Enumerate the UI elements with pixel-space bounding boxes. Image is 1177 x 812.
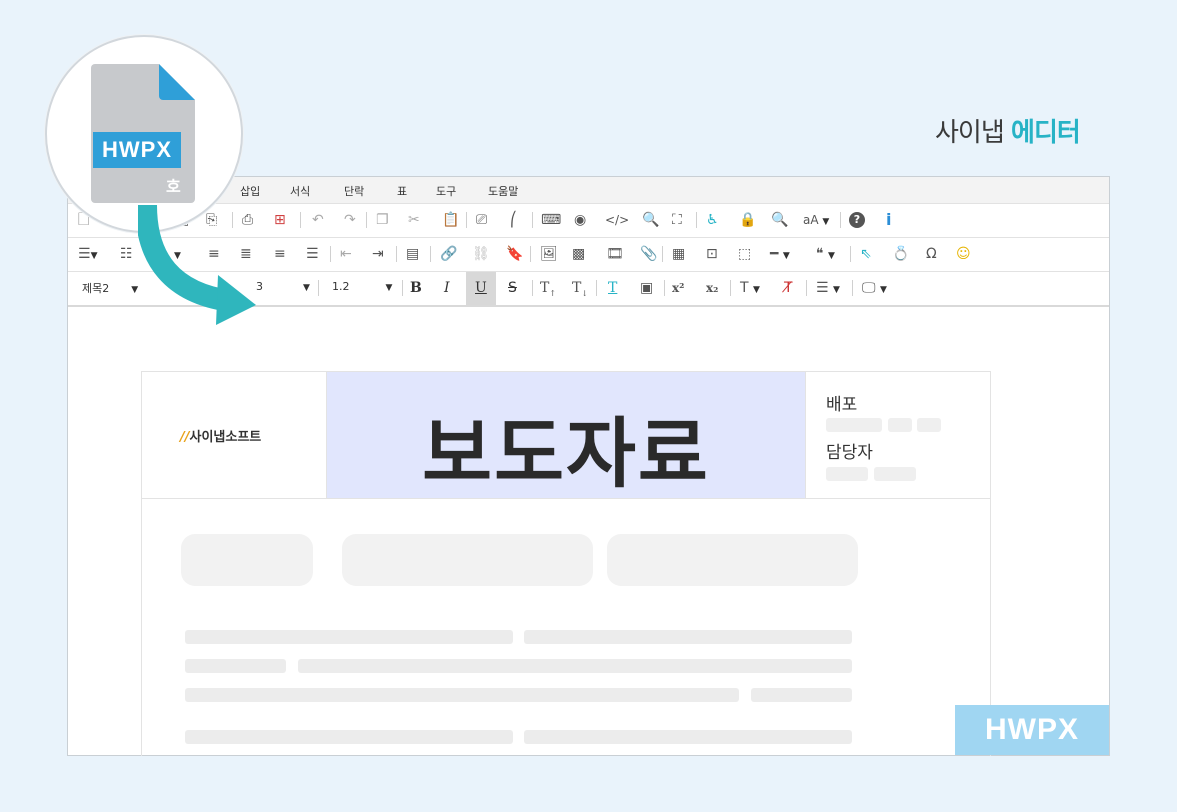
image-gallery-icon[interactable]: ▩ <box>572 246 585 262</box>
image-icon[interactable]: 🖼 <box>540 246 558 262</box>
menu-paragraph[interactable]: 단락 <box>344 183 364 199</box>
info-cell: 배포 담당자 <box>806 372 990 498</box>
lock-icon[interactable]: 🔒 <box>739 212 756 228</box>
hwpx-badge: HWPX <box>955 705 1109 755</box>
brand-title: 사이냅 에디터 <box>935 112 1081 149</box>
find-page-icon[interactable]: 🔍 <box>642 212 659 228</box>
superscript-button[interactable]: x² <box>672 280 684 296</box>
unlink-icon[interactable]: ⛓ <box>472 246 490 262</box>
clear-format-dropdown[interactable]: T ▼ <box>740 280 760 298</box>
menu-tools[interactable]: 도구 <box>436 183 456 199</box>
outdent-icon[interactable]: ⇤ <box>340 246 352 262</box>
font-color-icon[interactable]: T <box>608 280 617 296</box>
subscript-button[interactable]: x₂ <box>706 280 718 296</box>
paragraph-settings-icon[interactable]: ▤ <box>406 246 419 262</box>
placeholder-line <box>185 630 513 644</box>
format-copy-icon[interactable]: ⎚ <box>476 212 487 228</box>
remove-format-icon[interactable]: T̸ <box>784 280 793 296</box>
link-icon[interactable]: 🔗 <box>440 246 457 262</box>
contact-label: 담당자 <box>826 443 873 463</box>
placeholder-line <box>524 730 852 744</box>
document-title: 보도자료 <box>422 409 710 498</box>
select-cursor-icon[interactable]: ⇖ <box>860 246 872 262</box>
press-header-row: //사이냅소프트 보도자료 배포 담당자 <box>142 372 990 499</box>
curved-arrow-icon <box>138 205 256 325</box>
search-icon[interactable]: 🔍 <box>771 212 788 228</box>
video-icon[interactable]: 🎞 <box>606 246 624 262</box>
cut-icon[interactable]: ✂ <box>408 212 420 228</box>
bold-button[interactable]: B <box>410 280 422 296</box>
text-shrink-icon[interactable]: T↓ <box>572 280 588 302</box>
placeholder-pill <box>342 534 593 586</box>
placeholder-pill <box>181 534 313 586</box>
bullet-list-icon[interactable]: ☰▼ <box>78 246 97 264</box>
font-size-dropdown[interactable]: aA ▼ <box>803 212 829 230</box>
keyboard-icon[interactable]: ⌨ <box>541 212 561 228</box>
attachment-icon[interactable]: 📎 <box>640 246 657 262</box>
special-char-icon[interactable]: Ω <box>926 246 937 262</box>
italic-button[interactable]: I <box>444 280 450 296</box>
logo-cell: //사이냅소프트 <box>142 372 327 498</box>
brand-accent: 에디터 <box>1011 118 1081 148</box>
bookmark-icon[interactable]: 🔖 <box>506 246 523 262</box>
placeholder-line <box>751 688 852 702</box>
redo-icon[interactable]: ↷ <box>344 212 356 228</box>
menu-insert[interactable]: 삽입 <box>240 183 260 199</box>
line-height-select[interactable]: 1.2 ▼ <box>332 280 392 293</box>
info-icon[interactable]: i <box>886 212 891 228</box>
help-icon[interactable]: ? <box>849 212 865 228</box>
brand-name: 사이냅 <box>935 118 1005 148</box>
placeholder-line <box>524 630 852 644</box>
layer-icon[interactable]: ⬚ <box>738 246 751 262</box>
title-cell: 보도자료 <box>327 372 806 498</box>
placeholder-line <box>298 659 852 673</box>
placeholder-line <box>185 659 286 673</box>
numbered-list-icon[interactable]: ☷ <box>120 246 133 262</box>
distribution-label: 배포 <box>826 395 858 415</box>
paste-icon[interactable]: 📋 <box>442 212 459 228</box>
format-paste-icon[interactable]: ⎛ <box>510 212 517 228</box>
company-logo: //사이냅소프트 <box>180 430 262 445</box>
horizontal-rule-dropdown[interactable]: ━ ▼ <box>770 246 790 264</box>
placeholder-pill <box>607 534 858 586</box>
accessibility-icon[interactable]: ♿ <box>706 212 719 228</box>
menu-table[interactable]: 표 <box>397 183 407 199</box>
strikethrough-button[interactable]: S <box>508 280 517 296</box>
copy-icon[interactable]: ❐ <box>376 212 389 228</box>
table-icon[interactable]: ▦ <box>672 246 685 262</box>
align-justify-icon[interactable]: ☰ <box>306 246 319 262</box>
menu-format[interactable]: 서식 <box>290 183 310 199</box>
fullscreen-icon[interactable]: ⛶ <box>672 212 682 228</box>
insert-box-icon[interactable]: ⊡ <box>706 246 718 262</box>
indent-icon[interactable]: ⇥ <box>372 246 384 262</box>
highlight-icon[interactable]: ▣ <box>640 280 653 296</box>
line-spacing-dropdown[interactable]: ☰ ▼ <box>816 280 840 298</box>
source-code-icon[interactable]: </> <box>605 212 629 228</box>
display-dropdown[interactable]: 🖵 ▼ <box>862 280 887 298</box>
document-page[interactable]: //사이냅소프트 보도자료 배포 담당자 <box>141 371 991 756</box>
underline-button[interactable]: U <box>475 280 487 296</box>
quote-dropdown[interactable]: ❝ ▼ <box>816 246 835 264</box>
preview-eye-icon[interactable]: ◉ <box>574 212 586 228</box>
placeholder-line <box>185 730 513 744</box>
hwpx-file-icon: HWPX 호 <box>91 64 195 203</box>
file-icon-circle: HWPX 호 <box>45 35 243 233</box>
file-type-label: HWPX <box>93 132 181 168</box>
placeholder-line <box>185 688 739 702</box>
file-char: 호 <box>166 177 181 196</box>
undo-icon[interactable]: ↶ <box>312 212 324 228</box>
emoji-icon[interactable]: ☺ <box>956 246 971 262</box>
text-grow-icon[interactable]: T↑ <box>540 280 556 302</box>
menu-help[interactable]: 도움말 <box>488 183 518 199</box>
ring-icon[interactable]: 💍 <box>892 246 909 262</box>
paragraph-style-select[interactable]: 제목2 ▼ <box>82 280 138 296</box>
